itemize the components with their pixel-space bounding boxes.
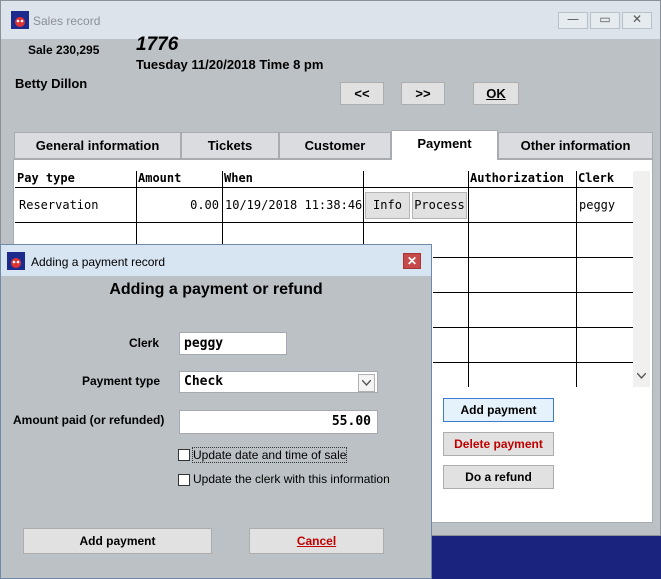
window-title: Sales record bbox=[33, 14, 101, 28]
tab-payment[interactable]: Payment bbox=[391, 130, 498, 160]
next-button[interactable]: >> bbox=[401, 82, 445, 105]
column-header-when: When bbox=[224, 171, 253, 185]
column-header-pay-type: Pay type bbox=[17, 171, 75, 185]
tab-customer[interactable]: Customer bbox=[279, 132, 391, 159]
payment-type-label: Payment type bbox=[82, 374, 161, 388]
maximize-button[interactable]: ▭ bbox=[590, 12, 620, 29]
column-header-clerk: Clerk bbox=[578, 171, 615, 185]
grid-line bbox=[15, 222, 633, 223]
grid-line bbox=[468, 171, 469, 387]
cell-clerk: peggy bbox=[579, 198, 616, 212]
grid-line bbox=[363, 171, 364, 245]
close-button[interactable]: ✕ bbox=[622, 12, 652, 29]
grid-scrollbar[interactable] bbox=[633, 171, 650, 387]
dialog-title: Adding a payment record bbox=[31, 255, 166, 269]
minimize-icon: — bbox=[567, 12, 579, 26]
dialog-title-bar[interactable]: Adding a payment record ✕ bbox=[1, 245, 431, 276]
clerk-field[interactable]: peggy bbox=[179, 332, 287, 355]
cell-pay-type: Reservation bbox=[19, 198, 99, 212]
sale-label: Sale 230,295 bbox=[28, 43, 100, 57]
amount-label: Amount paid (or refunded) bbox=[13, 413, 165, 427]
tab-other-information[interactable]: Other information bbox=[498, 132, 653, 159]
grid-line bbox=[15, 187, 633, 188]
payment-type-value: Check bbox=[184, 374, 224, 389]
sale-date-time: Tuesday 11/20/2018 Time 8 pm bbox=[136, 57, 324, 72]
cell-amount: 0.00 bbox=[190, 198, 219, 212]
grid-line bbox=[433, 292, 633, 293]
info-button[interactable]: Info bbox=[365, 192, 410, 219]
update-clerk-label[interactable]: Update the clerk with this information bbox=[193, 472, 390, 486]
grid-line bbox=[433, 257, 633, 258]
grid-line bbox=[222, 171, 223, 245]
app-icon bbox=[11, 11, 29, 29]
payment-type-select[interactable]: Check bbox=[179, 371, 378, 393]
process-button[interactable]: Process bbox=[412, 192, 467, 219]
app-icon bbox=[7, 252, 25, 270]
grid-line bbox=[433, 362, 633, 363]
column-header-amount: Amount bbox=[138, 171, 182, 185]
ok-button[interactable]: OK bbox=[473, 82, 519, 105]
close-icon: ✕ bbox=[406, 254, 418, 268]
update-clerk-checkbox[interactable] bbox=[178, 474, 190, 486]
chevron-down-icon bbox=[362, 380, 371, 386]
clerk-label: Clerk bbox=[129, 336, 160, 350]
tab-tickets[interactable]: Tickets bbox=[181, 132, 279, 159]
grid-line bbox=[576, 171, 577, 387]
amount-field[interactable]: 55.00 bbox=[179, 410, 378, 434]
update-date-label[interactable]: Update date and time of sale bbox=[191, 447, 348, 463]
previous-button[interactable]: << bbox=[340, 82, 384, 105]
do-a-refund-button[interactable]: Do a refund bbox=[443, 465, 554, 489]
column-header-authorization: Authorization bbox=[470, 171, 564, 185]
dialog-close-button[interactable]: ✕ bbox=[403, 253, 421, 269]
close-icon: ✕ bbox=[631, 12, 643, 26]
grid-line bbox=[136, 171, 137, 245]
cell-when: 10/19/2018 11:38:46 bbox=[225, 198, 363, 212]
sale-number: 1776 bbox=[136, 34, 179, 55]
update-date-checkbox[interactable] bbox=[178, 449, 190, 461]
grid-line bbox=[433, 327, 633, 328]
dialog-heading: Adding a payment or refund bbox=[109, 281, 323, 298]
add-payment-button[interactable]: Add payment bbox=[443, 398, 554, 422]
title-bar[interactable]: Sales record — ▭ ✕ bbox=[1, 1, 660, 39]
tab-general-information[interactable]: General information bbox=[14, 132, 181, 159]
delete-payment-button[interactable]: Delete payment bbox=[443, 432, 554, 456]
scroll-down-icon[interactable] bbox=[637, 373, 646, 379]
add-payment-dialog: Adding a payment record ✕ Adding a payme… bbox=[0, 244, 432, 579]
minimize-button[interactable]: — bbox=[558, 12, 588, 29]
dialog-cancel-button[interactable]: Cancel bbox=[249, 528, 384, 554]
dropdown-button[interactable] bbox=[358, 374, 375, 392]
maximize-icon: ▭ bbox=[599, 12, 611, 26]
dialog-add-payment-button[interactable]: Add payment bbox=[23, 528, 212, 554]
customer-name: Betty Dillon bbox=[15, 76, 88, 91]
